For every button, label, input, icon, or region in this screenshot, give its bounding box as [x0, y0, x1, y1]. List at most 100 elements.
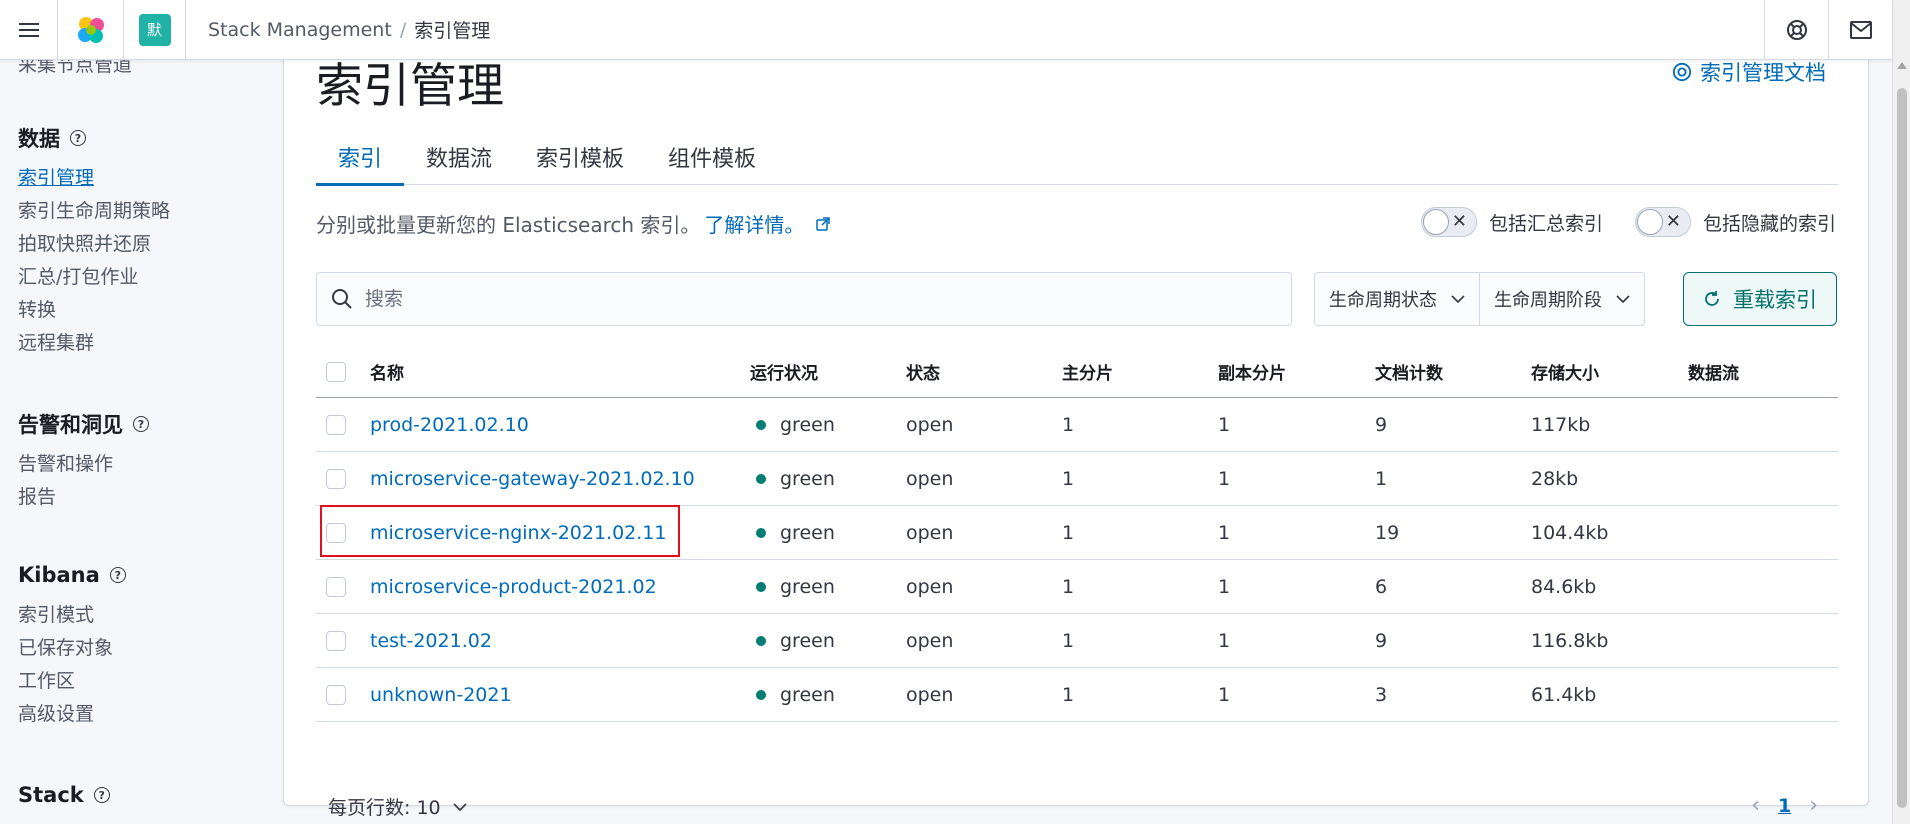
switch-knob [1422, 209, 1449, 235]
sidebar-item-alerts-actions[interactable]: 告警和操作 [18, 448, 149, 481]
replicas-cell: 1 [1218, 521, 1231, 544]
hidden-switch[interactable]: ✕ [1634, 207, 1691, 237]
sidebar-item-ilm-policies[interactable]: 索引生命周期策略 [18, 195, 170, 228]
health-text: green [780, 683, 835, 706]
status-cell: open [906, 629, 954, 652]
help-icon[interactable]: ? [133, 416, 149, 432]
row-checkbox[interactable] [326, 522, 346, 543]
replicas-cell: 1 [1218, 575, 1231, 598]
sidebar-item-advanced-settings[interactable]: 高级设置 [18, 698, 126, 731]
row-checkbox[interactable] [326, 630, 346, 651]
health-cell: green [750, 614, 835, 667]
sidebar-item-reporting[interactable]: 报告 [18, 481, 149, 514]
external-link-icon[interactable] [816, 216, 831, 231]
row-checkbox[interactable] [326, 414, 346, 435]
help-icon[interactable]: ? [93, 787, 110, 803]
learn-more-link[interactable]: 了解详情。 [704, 209, 804, 238]
docs-link[interactable]: 索引管理文档 [1672, 57, 1826, 87]
page-number[interactable]: 1 [1778, 795, 1791, 817]
column-header-name[interactable]: 名称 [370, 346, 404, 397]
toggle-group: ✕ 包括汇总索引 ✕ 包括隐藏的索引 [1420, 207, 1836, 237]
toggle-label: 包括隐藏的索引 [1702, 212, 1836, 235]
search-box[interactable] [316, 272, 1292, 326]
index-name-cell: unknown-2021 [370, 668, 512, 721]
sidebar-item-spaces[interactable]: 工作区 [18, 665, 126, 698]
home-logo[interactable] [58, 0, 124, 60]
column-header-storage-size[interactable]: 存储大小 [1531, 346, 1599, 397]
index-name-link[interactable]: unknown-2021 [370, 684, 512, 706]
index-name-link[interactable]: test-2021.02 [370, 630, 492, 652]
scrollbar-thumb[interactable] [1897, 88, 1907, 808]
index-name-cell: microservice-gateway-2021.02.10 [370, 452, 695, 505]
sidebar-section-stack: Stack ? [18, 779, 110, 811]
column-header-primaries[interactable]: 主分片 [1062, 346, 1113, 397]
help-icon[interactable]: ? [109, 567, 126, 583]
help-icon[interactable]: ? [70, 130, 86, 146]
news-feed-button[interactable] [1828, 0, 1892, 60]
help-menu-button[interactable] [1764, 0, 1828, 60]
toggle-include-hidden[interactable]: ✕ 包括隐藏的索引 [1634, 207, 1836, 237]
select-all-checkbox[interactable] [326, 361, 346, 382]
filter-label: 生命周期状态 [1329, 290, 1437, 311]
filter-lifecycle-status[interactable]: 生命周期状态 [1315, 273, 1479, 325]
table-row: prod-2021.02.10 green open 1 1 9 117kb [316, 398, 1838, 452]
index-name-link[interactable]: microservice-product-2021.02 [370, 576, 657, 598]
menu-button[interactable] [0, 0, 58, 60]
replicas-cell: 1 [1218, 629, 1231, 652]
description: 分别或批量更新您的 Elasticsearch 索引。 了解详情。 [316, 209, 831, 238]
tab-component-templates[interactable]: 组件模板 [646, 129, 778, 185]
sidebar-item-index-management[interactable]: 索引管理 [18, 162, 170, 195]
sidebar-item-snapshot-restore[interactable]: 拍取快照并还原 [18, 228, 170, 261]
filter-lifecycle-phase[interactable]: 生命周期阶段 [1479, 273, 1644, 325]
chevron-right-icon[interactable]: › [1809, 793, 1818, 818]
column-header-docs-count[interactable]: 文档计数 [1375, 346, 1443, 397]
index-name-link[interactable]: microservice-nginx-2021.02.11 [370, 522, 666, 544]
index-name-link[interactable]: prod-2021.02.10 [370, 414, 529, 436]
tab-index-templates[interactable]: 索引模板 [514, 129, 646, 185]
sidebar-section-title: 告警和洞见 ? [18, 408, 149, 440]
sidebar-item-remote-clusters[interactable]: 远程集群 [18, 327, 170, 360]
sidebar-section-title: 数据 ? [18, 122, 170, 154]
cross-icon: ✕ [1665, 211, 1681, 232]
breadcrumb-separator: / [399, 18, 407, 41]
row-checkbox[interactable] [326, 684, 346, 705]
index-name-cell: test-2021.02 [370, 614, 492, 667]
table-row: microservice-product-2021.02 green open 1 1 6… [316, 560, 1838, 614]
sidebar-item-index-patterns[interactable]: 索引模式 [18, 599, 126, 632]
rollup-switch[interactable]: ✕ [1420, 207, 1477, 237]
column-header-health[interactable]: 运行状况 [750, 346, 818, 397]
toggle-include-rollup[interactable]: ✕ 包括汇总索引 [1420, 207, 1603, 237]
switch-knob [1636, 209, 1663, 235]
primaries-cell: 1 [1062, 683, 1075, 706]
row-select-cell [326, 614, 346, 667]
sidebar-item-ingest-pipelines[interactable]: 采集节点管道 [18, 60, 132, 77]
sidebar-item-saved-objects[interactable]: 已保存对象 [18, 632, 126, 665]
reload-indices-button[interactable]: 重载索引 [1683, 272, 1837, 326]
scroll-up-arrow-icon[interactable] [1897, 62, 1907, 69]
sidebar-item-transforms[interactable]: 转换 [18, 294, 170, 327]
tab-data-streams[interactable]: 数据流 [404, 129, 514, 185]
search-input[interactable] [365, 288, 1245, 310]
space-selector[interactable]: 默 [124, 0, 186, 60]
search-icon [332, 289, 352, 309]
sidebar-item-rollup-jobs[interactable]: 汇总/打包作业 [18, 261, 170, 294]
health-text: green [780, 467, 835, 490]
column-header-status[interactable]: 状态 [906, 346, 940, 397]
row-select-cell [326, 668, 346, 721]
health-text: green [780, 575, 835, 598]
toggle-label: 包括汇总索引 [1488, 212, 1603, 235]
health-cell: green [750, 668, 835, 721]
page-scrollbar[interactable] [1892, 0, 1910, 824]
tab-indices[interactable]: 索引 [316, 129, 405, 186]
chevron-left-icon[interactable]: ‹ [1751, 793, 1760, 818]
column-header-data-stream[interactable]: 数据流 [1688, 346, 1739, 397]
index-name-link[interactable]: microservice-gateway-2021.02.10 [370, 468, 695, 490]
breadcrumb-stack-management[interactable]: Stack Management [208, 19, 392, 41]
breadcrumb-index-management: 索引管理 [414, 20, 491, 42]
filter-group: 生命周期状态 生命周期阶段 [1314, 272, 1645, 326]
column-header-replicas[interactable]: 副本分片 [1218, 346, 1286, 397]
pagination: ‹ 1 › [1751, 793, 1818, 818]
row-checkbox[interactable] [326, 468, 346, 489]
row-checkbox[interactable] [326, 576, 346, 597]
rows-per-page-selector[interactable]: 每页行数: 10 [328, 793, 467, 820]
